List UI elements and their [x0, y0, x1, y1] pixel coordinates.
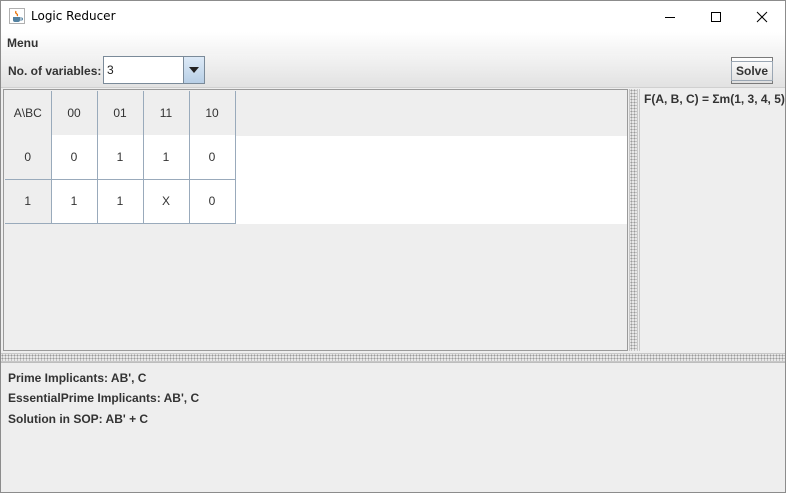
kmap-cell[interactable]: 1 [97, 179, 144, 224]
maximize-icon [711, 11, 721, 22]
horizontal-splitter[interactable] [1, 353, 785, 362]
kmap-row: 0 0 1 1 0 [5, 135, 236, 180]
kmap-column-header: 11 [143, 91, 190, 135]
solve-button-label: Solve [731, 60, 774, 81]
kmap-row: 1 1 1 X 0 [5, 179, 236, 224]
menu-item-menu[interactable]: Menu [7, 36, 38, 50]
vertical-splitter[interactable] [629, 89, 638, 351]
kmap-cell[interactable]: X [143, 179, 190, 224]
close-icon [756, 11, 768, 22]
java-cup-icon [9, 8, 25, 24]
close-button[interactable] [739, 1, 785, 32]
variables-select-value: 3 [107, 63, 114, 77]
variables-select-arrow[interactable] [183, 57, 204, 83]
maximize-button[interactable] [693, 1, 739, 32]
kmap-cell[interactable]: 0 [189, 179, 236, 224]
kmap-header-row: A\BC 00 01 11 10 [5, 91, 236, 135]
variables-label: No. of variables: [8, 64, 102, 78]
minimize-button[interactable] [647, 1, 693, 32]
kmap-row-header: 0 [5, 135, 52, 180]
app-window: Logic Reducer Menu No. of variables: 3 S… [0, 0, 786, 493]
kmap-cell[interactable]: 1 [143, 135, 190, 180]
kmap-panel: A\BC 00 01 11 10 0 0 1 1 0 1 1 1 X 0 [3, 89, 628, 351]
function-panel: F(A, B, C) = Σm(1, 3, 4, 5) [639, 89, 785, 351]
kmap-cell[interactable]: 0 [51, 135, 98, 180]
kmap-column-header: 00 [51, 91, 98, 135]
kmap-row-header: 1 [5, 179, 52, 224]
kmap-cell[interactable]: 1 [97, 135, 144, 180]
function-expression: F(A, B, C) = Σm(1, 3, 4, 5) [644, 92, 785, 106]
sop-solution-text: Solution in SOP: AB' + C [8, 412, 149, 426]
kmap-column-header: 01 [97, 91, 144, 135]
kmap-table: A\BC 00 01 11 10 0 0 1 1 0 1 1 1 X 0 [5, 91, 236, 224]
kmap-cell[interactable]: 1 [51, 179, 98, 224]
kmap-cell[interactable]: 0 [189, 135, 236, 180]
solve-button[interactable]: Solve [731, 57, 774, 84]
title-bar[interactable]: Logic Reducer [1, 1, 785, 32]
toolbar: No. of variables: 3 Solve [1, 54, 785, 88]
menu-bar: Menu [1, 32, 785, 54]
essential-prime-implicants-text: EssentialPrime Implicants: AB', C [8, 391, 200, 405]
kmap-column-header: 10 [189, 91, 236, 135]
variables-select[interactable]: 3 [103, 56, 205, 84]
window-title: Logic Reducer [31, 9, 116, 23]
prime-implicants-text: Prime Implicants: AB', C [8, 371, 147, 385]
minimize-icon [665, 16, 675, 18]
kmap-corner-header: A\BC [5, 91, 52, 135]
triangle-down-icon [189, 67, 199, 73]
result-panel: Prime Implicants: AB', C EssentialPrime … [1, 362, 785, 492]
